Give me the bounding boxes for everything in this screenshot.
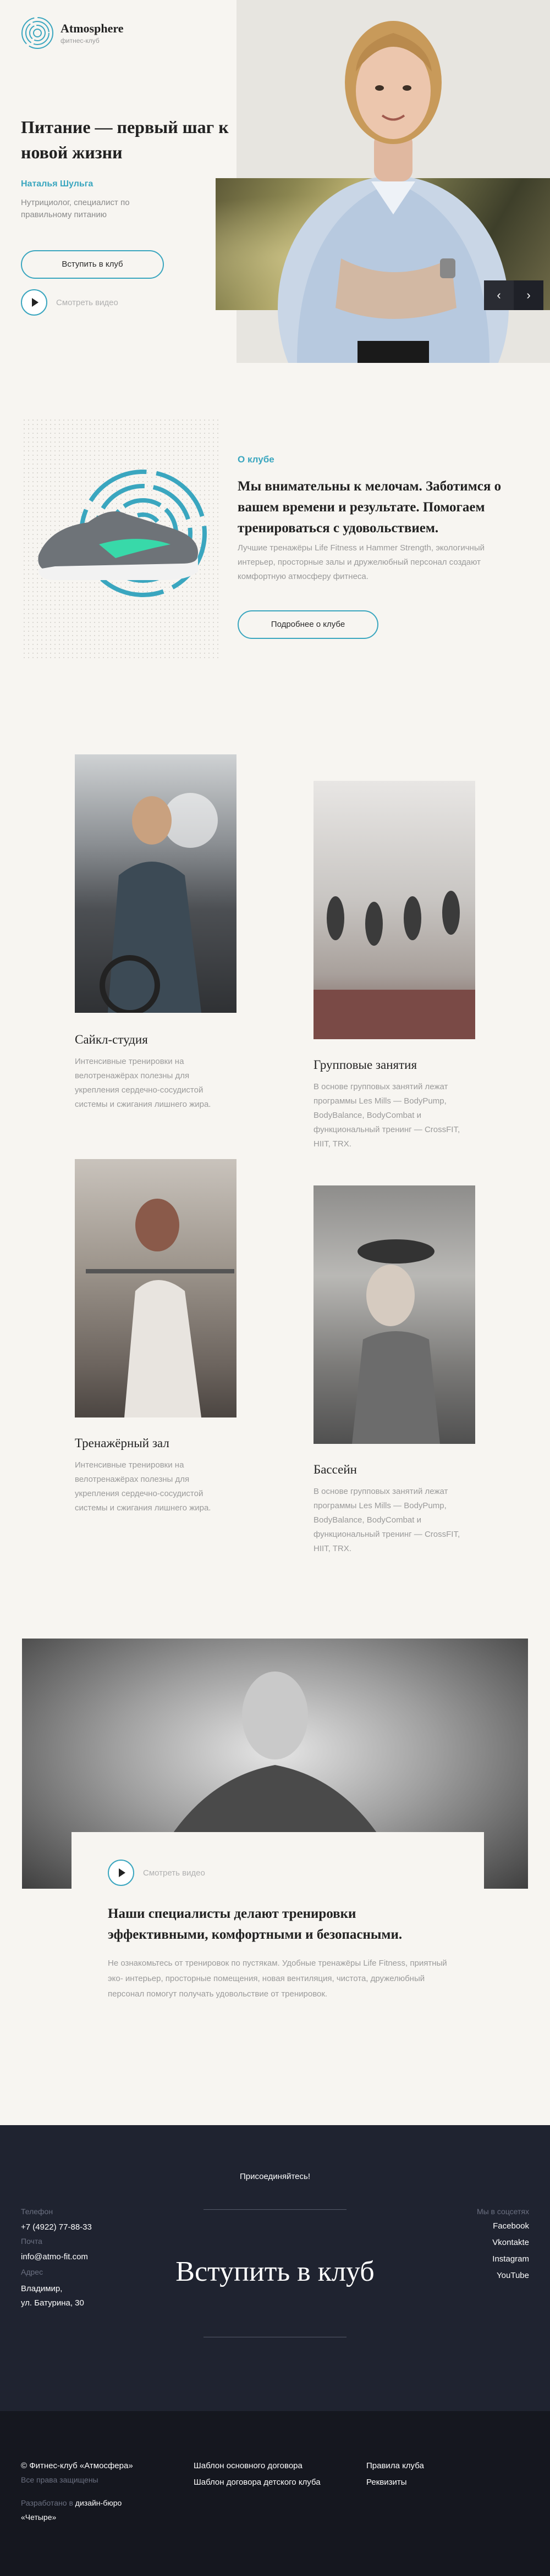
service-description: В основе групповых занятий лежат програм… bbox=[314, 1487, 460, 1553]
footer-dev-link[interactable]: дизайн-бюро bbox=[75, 2498, 122, 2507]
footer-copyright: © Фитнес-клуб «Атмосфера» bbox=[21, 2461, 133, 2470]
logo-title: Atmosphere bbox=[61, 21, 124, 35]
banner-watch-video-button[interactable]: Смотреть видео bbox=[108, 1860, 205, 1886]
social-label: Мы в соцсетях bbox=[476, 2207, 529, 2216]
footer-rights: Все права защищены bbox=[21, 2475, 98, 2484]
play-icon bbox=[108, 1860, 134, 1886]
address-line: ул. Батурина, 30 bbox=[21, 2298, 84, 2308]
social-link-instagram[interactable]: Instagram bbox=[492, 2254, 529, 2264]
logo-text: Atmosphere фитнес-клуб bbox=[61, 21, 123, 45]
logo-tagline: фитнес-клуб bbox=[61, 37, 100, 45]
hero-person-desc: Нутрициолог, специалист по правильному п… bbox=[21, 198, 130, 219]
gym-image[interactable] bbox=[75, 1159, 237, 1417]
footer-link-requisites[interactable]: Реквизиты bbox=[366, 2478, 407, 2487]
social-link-youtube[interactable]: YouTube bbox=[497, 2271, 529, 2280]
sneaker-image bbox=[38, 470, 207, 597]
about-description: Лучшие тренажёры Life Fitness и Hammer S… bbox=[238, 543, 485, 581]
footer-developer: Разработано в дизайн-бюро bbox=[21, 2498, 122, 2507]
social-link-facebook[interactable]: Facebook bbox=[493, 2221, 529, 2231]
pool-image[interactable] bbox=[314, 1185, 475, 1444]
more-about-club-button[interactable]: Подробнее о клубе bbox=[238, 610, 378, 639]
hero-person-name[interactable]: Наталья Шульга bbox=[21, 179, 93, 189]
watch-video-label: Смотреть видео bbox=[56, 297, 118, 307]
social-link-vkontakte[interactable]: Vkontakte bbox=[492, 2238, 529, 2247]
footer-link-club-rules[interactable]: Правила клуба bbox=[366, 2461, 424, 2470]
slider-next-button[interactable]: › bbox=[514, 280, 543, 310]
about-label: О клубе bbox=[238, 454, 274, 465]
logo-rings-icon bbox=[21, 17, 53, 49]
address-line: Владимир, bbox=[21, 2284, 63, 2293]
divider bbox=[204, 2209, 346, 2210]
trainer-portrait-image bbox=[278, 21, 509, 363]
banner-title: Наши специалисты делают тренировки эффек… bbox=[108, 1906, 403, 1942]
service-description: Интенсивные тренировки на велотренажёрах… bbox=[75, 1057, 211, 1109]
chevron-left-icon: ‹ bbox=[497, 288, 501, 302]
watch-video-button[interactable]: Смотреть видео bbox=[21, 289, 118, 316]
footer-dev-link[interactable]: «Четыре» bbox=[21, 2513, 56, 2522]
about-title: Мы внимательны к мелочам. Заботимся о ва… bbox=[238, 479, 502, 536]
email-value[interactable]: info@atmo-fit.com bbox=[21, 2250, 88, 2264]
footer-dev-prefix: Разработано в bbox=[21, 2498, 73, 2507]
service-description: Интенсивные тренировки на велотренажёрах… bbox=[75, 1460, 211, 1513]
address-label: Адрес bbox=[21, 2268, 43, 2276]
join-small-label: Присоединяйтесь! bbox=[240, 2172, 310, 2181]
service-title[interactable]: Сайкл-студия bbox=[75, 1033, 148, 1047]
watch-video-label: Смотреть видео bbox=[143, 1868, 205, 1878]
footer bbox=[0, 2411, 550, 2576]
join-club-button[interactable]: Вступить в клуб bbox=[21, 250, 164, 279]
footer-link-main-contract[interactable]: Шаблон основного договора bbox=[194, 2461, 302, 2470]
phone-label: Телефон bbox=[21, 2207, 53, 2216]
hero-section: Atmosphere фитнес-клуб Питание — первый … bbox=[0, 0, 550, 385]
email-label: Почта bbox=[21, 2237, 42, 2246]
service-title[interactable]: Тренажёрный зал bbox=[75, 1436, 169, 1450]
phone-value[interactable]: +7 (4922) 77-88-33 bbox=[21, 2220, 92, 2235]
play-icon bbox=[21, 289, 47, 316]
footer-link-kids-contract[interactable]: Шаблон договора детского клуба bbox=[194, 2478, 321, 2487]
cycle-studio-image[interactable] bbox=[75, 754, 237, 1013]
banner-description: Не ознакомьтесь от тренировок по пустяка… bbox=[108, 1959, 447, 1999]
chevron-right-icon: › bbox=[526, 288, 531, 302]
logo[interactable]: Atmosphere фитнес-клуб bbox=[21, 16, 123, 49]
service-title[interactable]: Бассейн bbox=[314, 1463, 357, 1477]
service-title[interactable]: Групповые занятия bbox=[314, 1058, 417, 1072]
slider-prev-button[interactable]: ‹ bbox=[484, 280, 514, 310]
hero-title: Питание — первый шаг к новой жизни bbox=[21, 117, 229, 162]
service-description: В основе групповых занятий лежат програм… bbox=[314, 1082, 460, 1149]
page: Atmosphere фитнес-клуб Питание — первый … bbox=[0, 0, 550, 2576]
group-classes-image[interactable] bbox=[314, 781, 475, 1039]
